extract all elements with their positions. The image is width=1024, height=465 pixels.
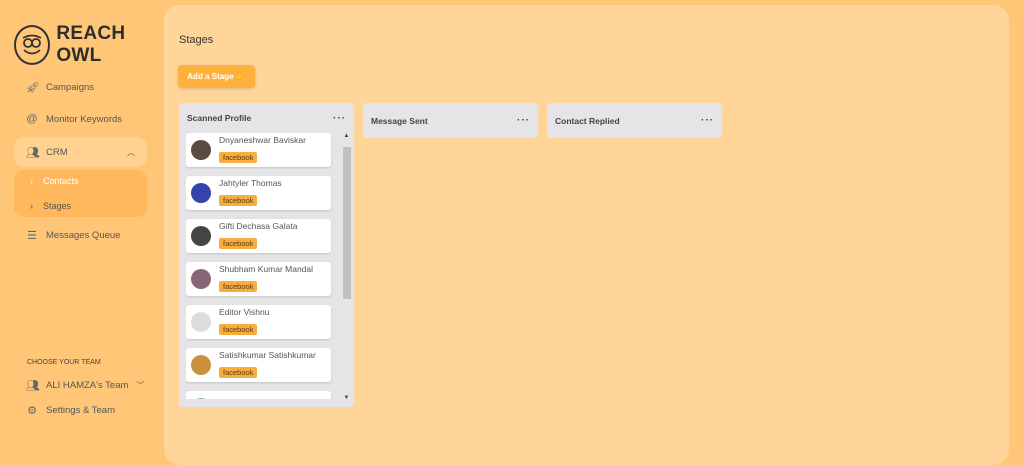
contact-card[interactable]: Jahtyler Thomas facebook [186,176,331,210]
sidebar: REACH OWL 🚀︎ Campaigns @ Monitor Keywords … [0,0,164,451]
at-icon: @ [26,113,38,125]
chevron-down-icon: ﹀ [136,380,145,390]
contact-card[interactable]: Shubham Kumar Mandal facebook [186,262,331,296]
stage-column: Scanned Profile ··· Dnyaneshwar Baviskar f… [179,103,354,407]
contact-name: Gifti Dechasa Galata [219,221,298,231]
card-list: Dnyaneshwar Baviskar facebook Jahtyler Tho… [186,133,354,399]
platform-badge: facebook [219,324,258,335]
column-title: Message Sent [371,115,428,126]
users-icon: 👥︎ [26,146,40,159]
nav-messages-queue[interactable]: ☰ Messages Queue [14,219,147,251]
platform-badge: facebook [219,367,258,378]
column-title: Contact Replied [555,115,620,126]
more-icon[interactable]: ··· [333,113,346,124]
stage-column: Message Sent ··· [363,103,538,138]
main-panel: Stages Add a Stage 👉 Scanned Profile ··· … [164,5,1009,465]
rocket-icon: 🚀︎ [26,81,40,94]
users-icon: 👥︎ [26,379,40,392]
contact-name: Jahtyler Thomas [219,178,282,188]
crm-submenu: › Contacts › Stages [14,170,147,217]
contact-name: Satishkumar Satishkumar [219,350,316,360]
contact-name: Editor Vishnu [219,307,270,317]
nav-label: Contacts [43,176,79,186]
platform-badge: facebook [219,238,258,249]
scroll-up-icon[interactable]: ▲ [342,133,351,139]
platform-badge: facebook [219,152,258,163]
nav-crm[interactable]: 👥︎ CRM ︿ [14,137,147,167]
scroll-down-icon[interactable]: ▼ [342,395,351,401]
nav-monitor-keywords[interactable]: @ Monitor Keywords [14,103,147,135]
chevron-up-icon: ︿ [127,147,135,157]
more-icon[interactable]: ··· [701,115,714,126]
nav-label: Messages Queue [46,229,121,241]
logo[interactable]: REACH OWL [14,23,164,67]
nav-label: Campaigns [46,81,95,93]
contact-card[interactable]: Editor Vishnu facebook [186,305,331,339]
gear-icon: ⚙ [27,404,37,417]
team-heading: CHOOSE YOUR TEAM [27,359,101,366]
nav-campaigns[interactable]: 🚀︎ Campaigns [14,71,147,103]
avatar [191,183,211,203]
platform-badge: facebook [219,281,258,292]
nav-contacts[interactable]: › Contacts [30,176,79,186]
team-name: ALI HAMZA's Team [46,379,129,391]
contact-card[interactable]: Satishkumar Satishkumar facebook [186,348,331,382]
platform-badge: facebook [219,195,258,206]
avatar [191,226,211,246]
nav-stages[interactable]: › Stages [30,201,71,211]
owl-icon [14,25,51,65]
contact-card[interactable]: Gifti Dechasa Galata facebook [186,219,331,253]
avatar [191,398,211,399]
avatar [191,355,211,375]
chevron-right-icon: › [30,201,33,211]
contact-card[interactable] [186,391,331,399]
scrollbar[interactable]: ▲ ▼ [342,133,351,401]
list-icon: ☰ [27,229,37,242]
scrollbar-thumb[interactable] [343,147,351,299]
nav-label: Settings & Team [46,404,116,416]
avatar [191,312,211,332]
avatar [191,140,211,160]
brand-name: REACH OWL [56,23,126,66]
contact-name: Dnyaneshwar Baviskar [219,135,306,145]
column-title: Scanned Profile [187,113,252,123]
contact-card[interactable]: Dnyaneshwar Baviskar facebook [186,133,331,167]
avatar [191,269,211,289]
page-title: Stages [179,34,214,46]
chevron-right-icon: › [30,176,33,186]
nav-label: CRM [46,146,68,158]
stage-column: Contact Replied ··· [547,103,722,138]
nav-settings[interactable]: ⚙ Settings & Team [14,394,147,426]
nav-label: Stages [43,201,72,211]
add-stage-button[interactable]: Add a Stage 👉 [178,65,255,88]
contact-name: Shubham Kumar Mandal [219,264,314,274]
more-icon[interactable]: ··· [517,115,530,126]
nav-label: Monitor Keywords [46,113,123,125]
